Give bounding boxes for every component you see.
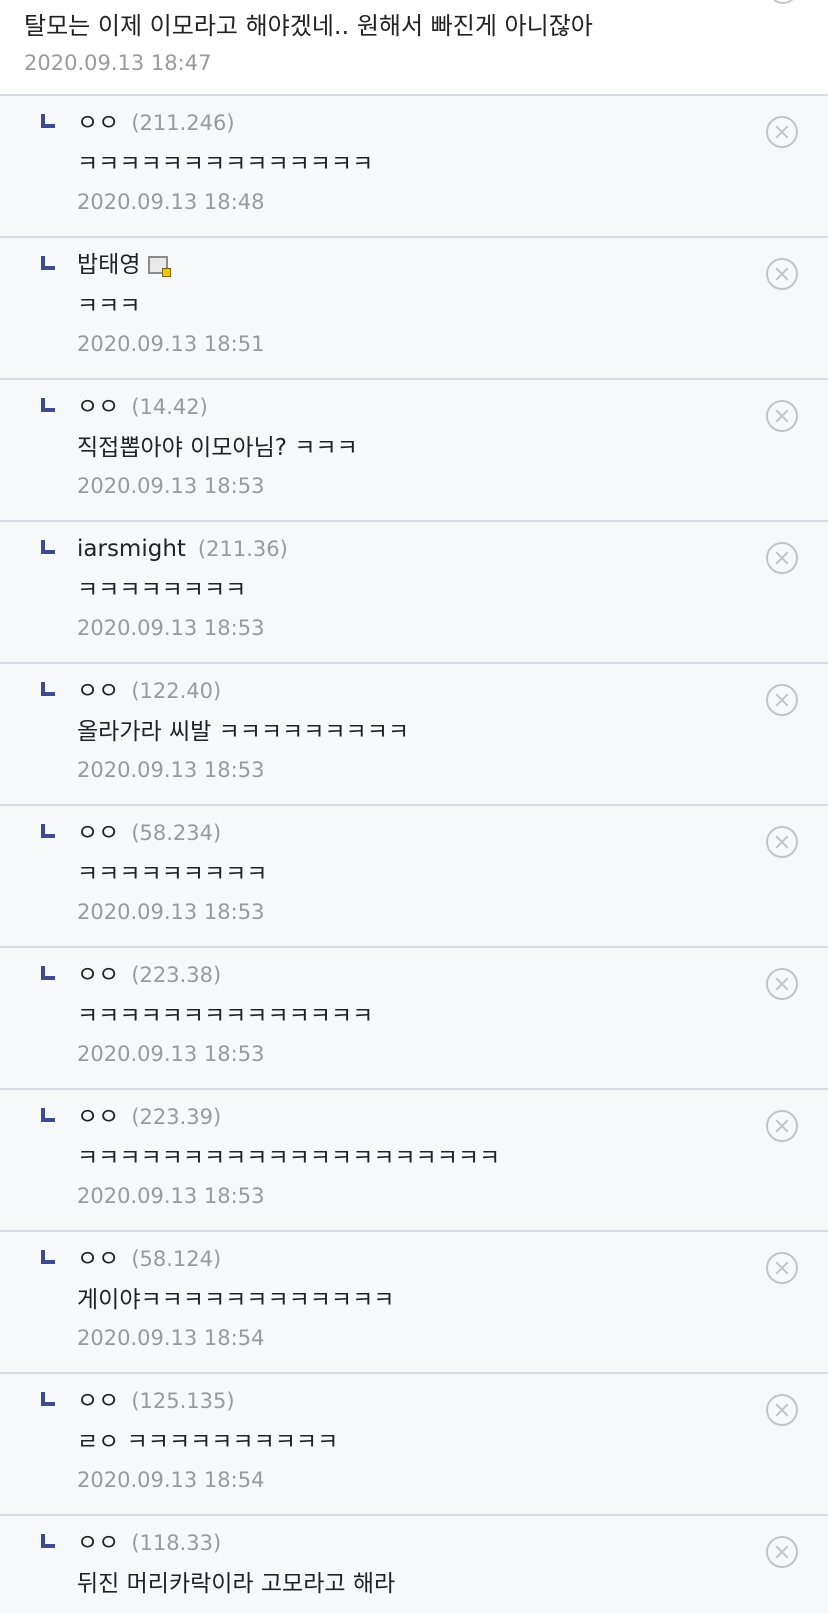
reply-item: ㅇㅇ (211.246) ㅋㅋㅋㅋㅋㅋㅋㅋㅋㅋㅋㅋㅋㅋ 2020.09.13 1… <box>0 96 828 238</box>
reply-author: 밥태영 <box>77 250 172 280</box>
nickname[interactable]: ㅇㅇ <box>77 1528 119 1558</box>
reply-arrow-icon <box>41 1250 55 1264</box>
ip-address: (211.36) <box>197 537 288 561</box>
reply-text: ㅋㅋㅋㅋㅋㅋㅋㅋㅋ <box>77 861 268 887</box>
reply-item: ㅇㅇ (58.234) ㅋㅋㅋㅋㅋㅋㅋㅋㅋ 2020.09.13 18:53 <box>0 806 828 948</box>
reply-arrow-icon <box>41 540 55 554</box>
comment-text: 탈모는 이제 이모라고 해야겠네.. 원해서 빠진게 아니잖아 <box>24 12 593 40</box>
reply-text: ㄹㅇ ㅋㅋㅋㅋㅋㅋㅋㅋㅋㅋ <box>77 1429 339 1455</box>
reply-date: 2020.09.13 18:53 <box>77 1042 265 1066</box>
reply-arrow-icon <box>41 682 55 696</box>
reply-item: 밥태영 ㅋㅋㅋ 2020.09.13 18:51 <box>0 238 828 380</box>
reply-author: iarsmight (211.36) <box>77 534 288 564</box>
reply-date: 2020.09.13 18:53 <box>77 616 265 640</box>
reply-item: ㅇㅇ (118.33) 뒤진 머리카락이라 고모라고 해라 <box>0 1516 828 1614</box>
reply-item: ㅇㅇ (14.42) 직접뽑아야 이모아님? ㅋㅋㅋ 2020.09.13 18… <box>0 380 828 522</box>
reply-text: 게이야ㅋㅋㅋㅋㅋㅋㅋㅋㅋㅋㅋㅋ <box>77 1287 395 1313</box>
comment-thread: 탈모는 이제 이모라고 해야겠네.. 원해서 빠진게 아니잖아 2020.09.… <box>0 0 828 1614</box>
reply-author: ㅇㅇ (211.246) <box>77 108 235 138</box>
reply-author: ㅇㅇ (14.42) <box>77 392 208 422</box>
delete-reply-icon[interactable] <box>766 400 798 432</box>
parent-comment: 탈모는 이제 이모라고 해야겠네.. 원해서 빠진게 아니잖아 2020.09.… <box>0 0 828 96</box>
nickname[interactable]: ㅇㅇ <box>77 1386 119 1416</box>
delete-comment-icon[interactable] <box>768 0 798 4</box>
reply-date: 2020.09.13 18:54 <box>77 1326 265 1350</box>
reply-text: ㅋㅋㅋㅋㅋㅋㅋㅋㅋㅋㅋㅋㅋㅋㅋㅋㅋㅋㅋㅋ <box>77 1145 501 1171</box>
reply-item: ㅇㅇ (223.39) ㅋㅋㅋㅋㅋㅋㅋㅋㅋㅋㅋㅋㅋㅋㅋㅋㅋㅋㅋㅋ 2020.09… <box>0 1090 828 1232</box>
reply-date: 2020.09.13 18:53 <box>77 474 265 498</box>
reply-arrow-icon <box>41 1534 55 1548</box>
nickname[interactable]: ㅇㅇ <box>77 818 119 848</box>
reply-list: ㅇㅇ (211.246) ㅋㅋㅋㅋㅋㅋㅋㅋㅋㅋㅋㅋㅋㅋ 2020.09.13 1… <box>0 96 828 1614</box>
reply-author: ㅇㅇ (223.38) <box>77 960 221 990</box>
reply-arrow-icon <box>41 256 55 270</box>
reply-date: 2020.09.13 18:51 <box>77 332 265 356</box>
ip-address: (58.124) <box>131 1247 222 1271</box>
reply-text: 직접뽑아야 이모아님? ㅋㅋㅋ <box>77 435 358 461</box>
ip-address: (58.234) <box>131 821 222 845</box>
reply-text: ㅋㅋㅋ <box>77 293 141 319</box>
delete-reply-icon[interactable] <box>766 258 798 290</box>
reply-item: ㅇㅇ (125.135) ㄹㅇ ㅋㅋㅋㅋㅋㅋㅋㅋㅋㅋ 2020.09.13 18… <box>0 1374 828 1516</box>
delete-reply-icon[interactable] <box>766 1252 798 1284</box>
ip-address: (223.38) <box>131 963 222 987</box>
reply-item: ㅇㅇ (58.124) 게이야ㅋㅋㅋㅋㅋㅋㅋㅋㅋㅋㅋㅋ 2020.09.13 1… <box>0 1232 828 1374</box>
delete-reply-icon[interactable] <box>766 826 798 858</box>
reply-author: ㅇㅇ (58.124) <box>77 1244 221 1274</box>
reply-text: 올라가라 씨발 ㅋㅋㅋㅋㅋㅋㅋㅋㅋ <box>77 719 410 745</box>
gallery-user-icon <box>148 256 172 277</box>
reply-date: 2020.09.13 18:54 <box>77 1468 265 1492</box>
delete-reply-icon[interactable] <box>766 542 798 574</box>
nickname[interactable]: ㅇㅇ <box>77 1102 119 1132</box>
reply-text: ㅋㅋㅋㅋㅋㅋㅋㅋ <box>77 577 247 603</box>
reply-text: ㅋㅋㅋㅋㅋㅋㅋㅋㅋㅋㅋㅋㅋㅋ <box>77 1003 374 1029</box>
ip-address: (211.246) <box>131 111 235 135</box>
nickname[interactable]: iarsmight <box>77 534 186 564</box>
reply-text: ㅋㅋㅋㅋㅋㅋㅋㅋㅋㅋㅋㅋㅋㅋ <box>77 151 374 177</box>
ip-address: (118.33) <box>131 1531 222 1555</box>
delete-reply-icon[interactable] <box>766 1536 798 1568</box>
reply-date: 2020.09.13 18:48 <box>77 190 265 214</box>
nickname[interactable]: ㅇㅇ <box>77 676 119 706</box>
nickname[interactable]: ㅇㅇ <box>77 392 119 422</box>
reply-author: ㅇㅇ (122.40) <box>77 676 221 706</box>
ip-address: (122.40) <box>131 679 222 703</box>
ip-address: (125.135) <box>131 1389 235 1413</box>
nickname[interactable]: ㅇㅇ <box>77 960 119 990</box>
reply-author: ㅇㅇ (58.234) <box>77 818 221 848</box>
delete-reply-icon[interactable] <box>766 116 798 148</box>
reply-item: ㅇㅇ (223.38) ㅋㅋㅋㅋㅋㅋㅋㅋㅋㅋㅋㅋㅋㅋ 2020.09.13 18… <box>0 948 828 1090</box>
reply-item: iarsmight (211.36) ㅋㅋㅋㅋㅋㅋㅋㅋ 2020.09.13 1… <box>0 522 828 664</box>
nickname[interactable]: ㅇㅇ <box>77 1244 119 1274</box>
reply-author: ㅇㅇ (118.33) <box>77 1528 221 1558</box>
delete-reply-icon[interactable] <box>766 1110 798 1142</box>
reply-arrow-icon <box>41 114 55 128</box>
reply-item: ㅇㅇ (122.40) 올라가라 씨발 ㅋㅋㅋㅋㅋㅋㅋㅋㅋ 2020.09.13… <box>0 664 828 806</box>
reply-arrow-icon <box>41 1108 55 1122</box>
ip-address: (223.39) <box>131 1105 222 1129</box>
comment-date: 2020.09.13 18:47 <box>24 51 212 75</box>
reply-author: ㅇㅇ (125.135) <box>77 1386 235 1416</box>
delete-reply-icon[interactable] <box>766 1394 798 1426</box>
reply-arrow-icon <box>41 1392 55 1406</box>
reply-arrow-icon <box>41 824 55 838</box>
reply-arrow-icon <box>41 398 55 412</box>
reply-date: 2020.09.13 18:53 <box>77 900 265 924</box>
reply-text: 뒤진 머리카락이라 고모라고 해라 <box>77 1571 396 1597</box>
delete-reply-icon[interactable] <box>766 684 798 716</box>
reply-arrow-icon <box>41 966 55 980</box>
nickname[interactable]: ㅇㅇ <box>77 108 119 138</box>
delete-reply-icon[interactable] <box>766 968 798 1000</box>
reply-date: 2020.09.13 18:53 <box>77 1184 265 1208</box>
ip-address: (14.42) <box>131 395 208 419</box>
reply-date: 2020.09.13 18:53 <box>77 758 265 782</box>
nickname[interactable]: 밥태영 <box>77 250 140 280</box>
reply-author: ㅇㅇ (223.39) <box>77 1102 221 1132</box>
